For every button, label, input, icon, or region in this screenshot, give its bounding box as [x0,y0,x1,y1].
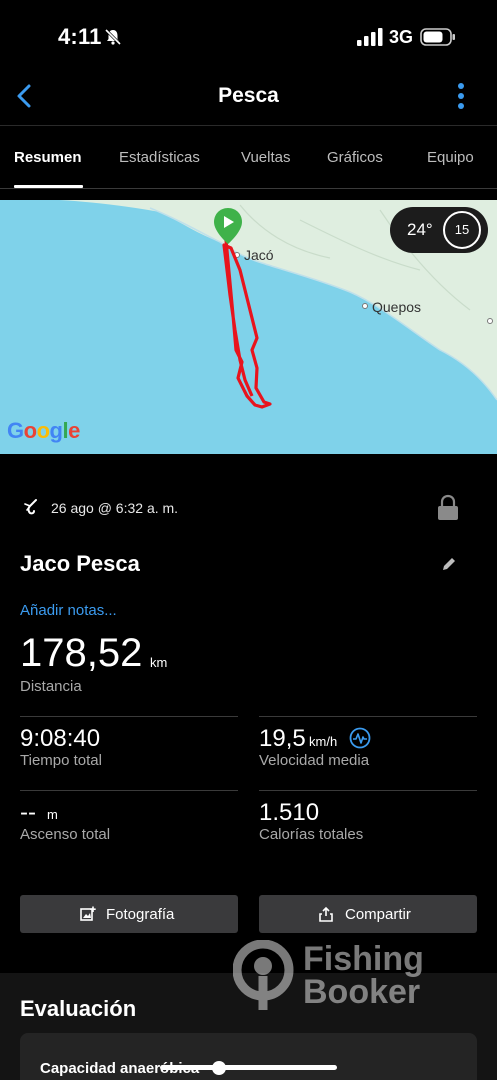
total-time-value: 9:08:40 [20,725,101,752]
add-photo-icon [80,906,96,921]
wind-speed: 15 [454,222,470,237]
divider [259,790,477,791]
share-icon [319,906,333,922]
page-title: Pesca [218,84,279,107]
lock-icon[interactable] [436,494,460,522]
tab-estadisticas[interactable]: Estadísticas [119,149,200,166]
signal-icon [357,28,383,46]
active-tab-indicator [14,185,83,188]
status-bar: 4:11 3G [0,0,497,75]
tab-graficos[interactable]: Gráficos [327,149,383,166]
evaluation-title: Evaluación [20,996,137,1021]
distance-label: Distancia [20,678,82,695]
tab-resumen[interactable]: Resumen [14,149,82,166]
fishingbooker-logo-icon [232,939,294,1010]
avg-speed-label: Velocidad media [259,752,370,769]
map-place-jaco: Jacó [244,247,274,263]
anaerobic-capacity-card[interactable]: Capacidad anaeróbica [20,1033,477,1080]
add-photo-label: Fotografía [106,906,175,923]
route-map[interactable]: Jacó Quepos 24° 15 Google [0,200,497,454]
activity-meta: 26 ago @ 6:32 a. m. [20,494,480,524]
distance-value: 178,52 [20,631,143,675]
battery-icon [420,28,455,46]
status-time: 4:11 [58,24,102,49]
share-label: Compartir [345,906,411,923]
ascent-value: -- [20,799,36,826]
add-notes-link[interactable]: Añadir notas... [20,602,117,619]
network-type: 3G [389,27,414,47]
more-options-icon[interactable] [453,81,469,111]
home-indicator[interactable] [160,1065,337,1070]
watermark-line2: Booker [303,973,421,1011]
weather-temperature: 24° [407,220,433,239]
add-photo-button[interactable]: Fotografía [20,895,238,933]
fishingbooker-watermark: Fishing Booker [232,939,433,1012]
edit-pencil-icon[interactable] [441,556,457,572]
avg-speed-value: 19,5 [259,725,306,752]
tab-bar: Resumen Estadísticas Vueltas Gráficos Eq… [0,125,497,189]
activity-name: Jaco Pesca [20,551,140,576]
bell-muted-icon [104,28,122,46]
watermark-text: Fishing Booker [303,940,424,1011]
weather-widget[interactable]: 24° 15 [390,207,488,253]
nav-bar: Pesca [0,75,497,125]
divider [259,716,477,717]
calories-label: Calorías totales [259,826,364,843]
calories-value: 1.510 [259,799,320,826]
ascent-label: Ascenso total [20,826,111,843]
tab-equipo[interactable]: Equipo [427,149,474,166]
pulse-icon[interactable] [349,727,371,749]
map-place-quepos: Quepos [372,299,422,315]
distance-unit: km [150,655,168,670]
share-button[interactable]: Compartir [259,895,477,933]
ascent-unit: m [47,807,58,822]
avg-speed-unit: km/h [309,734,338,749]
total-time-label: Tiempo total [20,752,102,769]
watermark-line1: Fishing [303,940,424,978]
fishing-activity-icon [24,499,37,515]
activity-date: 26 ago @ 6:32 a. m. [51,500,179,516]
divider [20,790,238,791]
divider [20,716,238,717]
google-logo: Google [7,418,80,443]
wind-indicator: 15 [443,211,481,249]
tab-vueltas[interactable]: Vueltas [241,149,290,166]
